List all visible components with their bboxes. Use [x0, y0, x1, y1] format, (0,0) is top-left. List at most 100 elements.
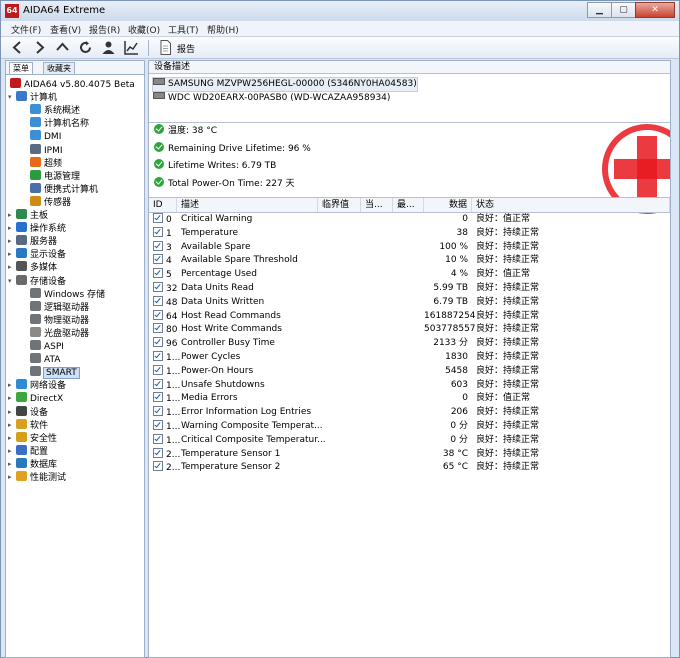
- checkbox-icon[interactable]: [153, 295, 163, 306]
- table-row[interactable]: 48 Data Units Written 6.79 TB 良好：持续正常: [149, 295, 670, 310]
- tree-item[interactable]: 网络设备: [16, 379, 66, 392]
- tree-item[interactable]: SMART: [30, 366, 80, 380]
- checkbox-icon[interactable]: [153, 309, 163, 320]
- tree-item[interactable]: 超频: [30, 156, 62, 170]
- menu-help[interactable]: 帮助(H): [207, 23, 239, 36]
- col-current[interactable]: 当...: [361, 198, 393, 212]
- tree-item[interactable]: 存储设备: [16, 274, 66, 288]
- up-icon[interactable]: [54, 39, 71, 56]
- tree-item[interactable]: ATA: [30, 353, 60, 366]
- tree-item[interactable]: 多媒体: [16, 261, 57, 274]
- tree-expander[interactable]: ▸: [8, 460, 15, 468]
- tree-expander[interactable]: ▾: [8, 277, 15, 285]
- tree-expander[interactable]: ▸: [8, 474, 15, 481]
- tree-item[interactable]: 操作系统: [16, 222, 66, 235]
- checkbox-icon[interactable]: [153, 406, 163, 417]
- tree-item[interactable]: 性能测试: [16, 471, 66, 484]
- tree-expander[interactable]: ▸: [8, 382, 15, 389]
- tree-item[interactable]: 计算机: [16, 91, 57, 104]
- tree-item[interactable]: 系统概述: [30, 104, 80, 117]
- checkbox-icon[interactable]: [153, 364, 163, 375]
- tree-item[interactable]: Windows 存储: [30, 287, 105, 301]
- tree-item[interactable]: 设备: [16, 405, 48, 419]
- col-worst[interactable]: 最...: [393, 198, 424, 212]
- tree-item[interactable]: 计算机名称: [30, 117, 89, 130]
- table-row[interactable]: 64 Host Read Commands 161887254 良好：持续正常: [149, 309, 670, 324]
- table-row[interactable]: 1... Critical Composite Temperatur... 0 分良…: [149, 433, 670, 448]
- checkbox-icon[interactable]: [153, 420, 163, 430]
- table-row[interactable]: 2... Temperature Sensor 1 38 °C 良好：持续正常: [149, 447, 670, 462]
- checkbox-icon[interactable]: [153, 433, 163, 444]
- tree-item[interactable]: AIDA64 v5.80.4075 Beta: [10, 78, 135, 91]
- menu-report[interactable]: 报告(R): [89, 23, 120, 36]
- col-threshold[interactable]: 临界值: [318, 198, 361, 212]
- tree-expander[interactable]: ▸: [8, 421, 15, 429]
- checkbox-icon[interactable]: [153, 461, 163, 472]
- checkbox-icon[interactable]: [153, 282, 163, 292]
- menu-tools[interactable]: 工具(T): [168, 23, 199, 36]
- user-icon[interactable]: [100, 39, 117, 56]
- close-button[interactable]: ✕: [635, 2, 675, 18]
- col-data[interactable]: 数据: [424, 198, 472, 212]
- checkbox-icon[interactable]: [153, 323, 163, 334]
- tree-expander[interactable]: ▸: [8, 395, 15, 402]
- checkbox-icon[interactable]: [153, 447, 163, 458]
- tree-item[interactable]: IPMI: [30, 143, 63, 157]
- tree-expander[interactable]: ▸: [8, 238, 15, 245]
- tree-expander[interactable]: ▾: [8, 94, 15, 101]
- table-row[interactable]: 1... Media Errors 0 良好：值正常: [149, 392, 670, 406]
- back-icon[interactable]: [9, 39, 26, 56]
- menu-file[interactable]: 文件(F): [11, 23, 41, 36]
- tree-item[interactable]: 光盘驱动器: [30, 326, 89, 340]
- col-status[interactable]: 状态: [472, 198, 670, 212]
- chart-icon[interactable]: [123, 39, 140, 56]
- checkbox-icon[interactable]: [153, 337, 163, 348]
- tree-item[interactable]: 软件: [16, 418, 48, 432]
- tree-item[interactable]: 便携式计算机: [30, 182, 98, 196]
- col-description[interactable]: 描述: [177, 198, 318, 212]
- col-id[interactable]: ID: [149, 198, 177, 212]
- report-icon[interactable]: [157, 39, 174, 56]
- minimize-button[interactable]: ▁: [587, 2, 612, 18]
- tree-item[interactable]: 主板: [16, 209, 48, 222]
- maximize-button[interactable]: ▢: [611, 2, 636, 18]
- tree-expander[interactable]: ▸: [8, 225, 15, 232]
- table-row[interactable]: 1... Warning Composite Temperat... 0 分良好：持…: [149, 420, 670, 434]
- table-row[interactable]: 2... Temperature Sensor 2 65 °C 良好：持续正常: [149, 461, 670, 475]
- checkbox-icon[interactable]: [153, 226, 163, 237]
- device-row[interactable]: WDC WD20EARX-00PASB0 (WD-WCAZAA958934): [153, 92, 390, 105]
- checkbox-icon[interactable]: [153, 378, 163, 389]
- tree-expander[interactable]: ▸: [8, 264, 15, 271]
- table-row[interactable]: 3 Available Spare 100 % 良好：持续正常: [149, 240, 670, 255]
- checkbox-icon[interactable]: [153, 351, 163, 361]
- device-row[interactable]: SAMSUNG MZVPW256HEGL-00000 (S346NY0HA045…: [152, 77, 418, 92]
- tree-item[interactable]: 逻辑驱动器: [30, 300, 89, 314]
- menu-favorites[interactable]: 收藏(O): [128, 23, 160, 36]
- table-row[interactable]: 1 Temperature 38 良好：持续正常: [149, 226, 670, 241]
- tree-expander[interactable]: ▸: [8, 251, 15, 258]
- checkbox-icon[interactable]: [153, 240, 163, 251]
- checkbox-icon[interactable]: [153, 254, 163, 265]
- tree-item[interactable]: 服务器: [16, 235, 57, 248]
- tree-expander[interactable]: ▸: [8, 434, 15, 442]
- tree-item[interactable]: DMI: [30, 130, 61, 143]
- table-row[interactable]: 1... Power-On Hours 5458 良好：持续正常: [149, 364, 670, 379]
- tree-item[interactable]: 显示设备: [16, 248, 66, 261]
- tree-item[interactable]: 传感器: [30, 195, 71, 209]
- tree-expander[interactable]: ▸: [8, 212, 15, 219]
- refresh-icon[interactable]: [77, 39, 94, 56]
- tree-item[interactable]: 安全性: [16, 431, 57, 445]
- tree-item[interactable]: DirectX: [16, 392, 63, 405]
- forward-icon[interactable]: [31, 39, 48, 56]
- table-row[interactable]: 5 Percentage Used 4 % 良好：值正常: [149, 268, 670, 282]
- tab-favorites[interactable]: 收藏夹: [43, 62, 75, 74]
- tree-expander[interactable]: ▸: [8, 408, 15, 416]
- table-row[interactable]: 80 Host Write Commands 503778557 良好：持续正常: [149, 323, 670, 337]
- title-bar[interactable]: 64 AIDA64 Extreme ▁ ▢ ✕: [1, 1, 679, 21]
- checkbox-icon[interactable]: [153, 268, 163, 279]
- tree-item[interactable]: 电源管理: [30, 169, 80, 183]
- table-row[interactable]: 1... Error Information Log Entries 206 良好：持…: [149, 406, 670, 420]
- table-row[interactable]: 1... Power Cycles 1830 良好：持续正常: [149, 351, 670, 365]
- report-button[interactable]: 报告: [177, 42, 195, 55]
- table-row[interactable]: 32 Data Units Read 5.99 TB 良好：持续正常: [149, 282, 670, 296]
